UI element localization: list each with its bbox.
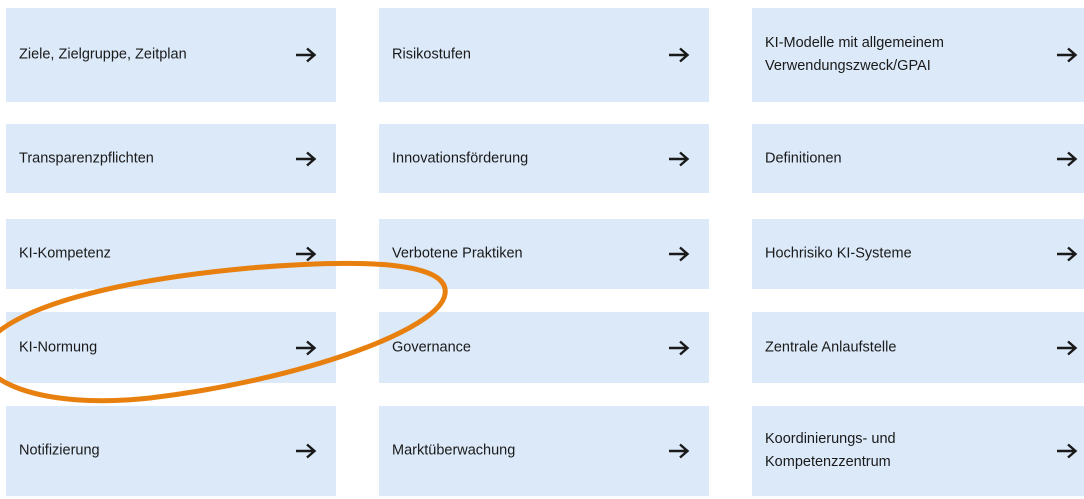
tile-risikostufen[interactable]: Risikostufen bbox=[379, 8, 709, 102]
arrow-right-icon bbox=[295, 47, 317, 63]
tile-koordinierungs-kompetenzzentrum[interactable]: Koordinierungs- und Kompetenzzentrum bbox=[752, 406, 1084, 496]
tile-governance[interactable]: Governance bbox=[379, 312, 709, 383]
arrow-right-icon bbox=[668, 151, 690, 167]
arrow-right-icon bbox=[1056, 47, 1078, 63]
tile-label: Risikostufen bbox=[392, 46, 471, 63]
tile-label: KI-Modelle mit allgemeinem Verwendungszw… bbox=[765, 35, 944, 74]
tile-label: Innovationsförderung bbox=[392, 150, 529, 166]
tile-innovationsfoerderung[interactable]: Innovationsförderung bbox=[379, 124, 709, 193]
tile-ki-normung[interactable]: KI-Normung bbox=[6, 312, 336, 383]
tile-label: Transparenzpflichten bbox=[19, 150, 154, 166]
tile-label: Hochrisiko KI-Systeme bbox=[765, 245, 912, 262]
arrow-right-icon bbox=[668, 47, 690, 63]
tile-definitionen[interactable]: Definitionen bbox=[752, 124, 1084, 193]
tile-verbotene-praktiken[interactable]: Verbotene Praktiken bbox=[379, 219, 709, 289]
arrow-right-icon bbox=[668, 443, 690, 459]
arrow-right-icon bbox=[295, 340, 317, 356]
tile-notifizierung[interactable]: Notifizierung bbox=[6, 406, 336, 496]
tile-label: Verbotene Praktiken bbox=[392, 245, 523, 262]
tile-transparenzpflichten[interactable]: Transparenzpflichten bbox=[6, 124, 336, 193]
arrow-right-icon bbox=[668, 246, 690, 262]
arrow-right-icon bbox=[1056, 443, 1078, 459]
tile-label: Ziele, Zielgruppe, Zeitplan bbox=[19, 46, 187, 63]
tile-label: Koordinierungs- und Kompetenzzentrum bbox=[765, 431, 896, 470]
tile-label: Definitionen bbox=[765, 150, 842, 166]
tile-label: Marktüberwachung bbox=[392, 442, 516, 459]
tile-ziele-zielgruppe-zeitplan[interactable]: Ziele, Zielgruppe, Zeitplan bbox=[6, 8, 336, 102]
arrow-right-icon bbox=[295, 443, 317, 459]
arrow-right-icon bbox=[295, 151, 317, 167]
tile-label: Governance bbox=[392, 339, 471, 355]
tile-label: KI-Normung bbox=[19, 339, 98, 355]
arrow-right-icon bbox=[1056, 246, 1078, 262]
tile-ki-modelle-gpai[interactable]: KI-Modelle mit allgemeinem Verwendungszw… bbox=[752, 8, 1084, 102]
tile-zentrale-anlaufstelle[interactable]: Zentrale Anlaufstelle bbox=[752, 312, 1084, 383]
topic-tile-grid: Ziele, Zielgruppe, Zeitplan Risikostufen… bbox=[0, 0, 1084, 499]
tile-label: Notifizierung bbox=[19, 442, 100, 459]
tile-marktueberwachung[interactable]: Marktüberwachung bbox=[379, 406, 709, 496]
arrow-right-icon bbox=[1056, 151, 1078, 167]
tile-label: KI-Kompetenz bbox=[19, 245, 111, 262]
tile-hochrisiko-ki-systeme[interactable]: Hochrisiko KI-Systeme bbox=[752, 219, 1084, 289]
arrow-right-icon bbox=[295, 246, 317, 262]
tile-label: Zentrale Anlaufstelle bbox=[765, 339, 897, 355]
tile-ki-kompetenz[interactable]: KI-Kompetenz bbox=[6, 219, 336, 289]
arrow-right-icon bbox=[668, 340, 690, 356]
arrow-right-icon bbox=[1056, 340, 1078, 356]
